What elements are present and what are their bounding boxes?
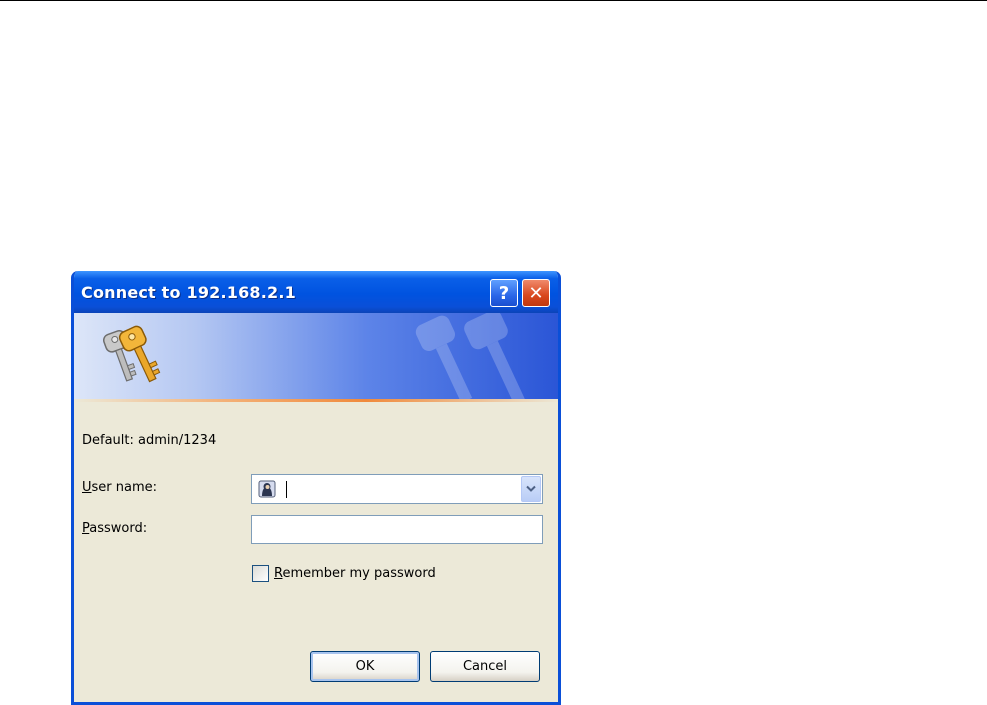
close-button[interactable]: ✕ [522,279,550,307]
username-label: User name: [82,480,157,495]
username-dropdown-button[interactable] [521,476,541,502]
username-label-text: ser name: [91,480,158,495]
password-field[interactable] [251,515,543,544]
close-icon: ✕ [528,282,544,304]
cancel-button[interactable]: Cancel [430,651,540,682]
password-label: Password: [82,521,147,536]
keys-icon [102,325,161,383]
remember-password-label[interactable]: Remember my password [274,566,436,581]
cancel-button-label: Cancel [462,659,508,674]
banner-accent-line [74,399,558,402]
default-credentials-hint: Default: admin/1234 [82,433,217,448]
text-cursor [286,481,287,498]
password-label-text: assword: [89,521,148,536]
title-bar[interactable]: Connect to 192.168.2.1 ? ✕ [74,271,558,313]
help-icon: ? [498,282,510,304]
banner-watermark-keys [415,313,525,401]
ok-button[interactable]: OK [310,651,420,682]
username-label-accesskey: U [82,480,92,495]
dialog-title: Connect to 192.168.2.1 [81,283,296,302]
remember-password-checkbox[interactable] [252,565,269,582]
user-icon [258,480,276,498]
dialog-banner [74,313,558,401]
login-dialog: Connect to 192.168.2.1 ? ✕ Default: admi… [71,271,561,705]
help-button[interactable]: ? [490,279,518,307]
username-combobox[interactable] [251,474,543,504]
chevron-down-icon [526,485,536,492]
ok-button-label: OK [355,659,375,674]
remember-label-text: emember my password [282,566,436,581]
top-divider [0,0,987,1]
